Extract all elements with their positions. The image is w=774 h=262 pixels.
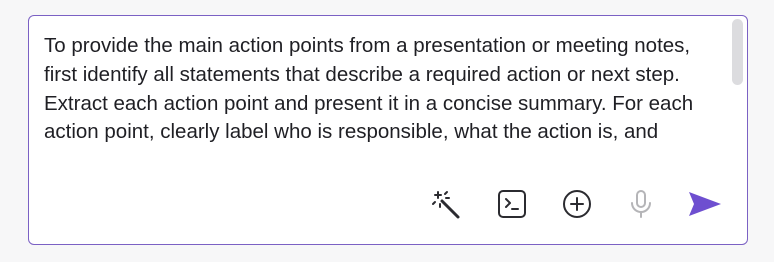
terminal-icon: [496, 188, 528, 220]
prompt-composer[interactable]: To provide the main action points from a…: [28, 15, 748, 245]
send-icon: [687, 188, 723, 220]
composer-toolbar: [29, 184, 749, 224]
command-button[interactable]: [492, 184, 532, 224]
voice-input-button[interactable]: [621, 184, 661, 224]
scrollbar-thumb[interactable]: [732, 19, 743, 85]
send-button[interactable]: [685, 184, 725, 224]
microphone-icon: [625, 188, 657, 220]
stage: To provide the main action points from a…: [0, 0, 774, 262]
scrollbar[interactable]: [732, 19, 743, 91]
prompt-textarea[interactable]: To provide the main action points from a…: [44, 32, 724, 162]
add-attachment-button[interactable]: [557, 184, 597, 224]
magic-wand-icon: [429, 187, 463, 221]
plus-circle-icon: [561, 188, 593, 220]
enhance-prompt-button[interactable]: [426, 184, 466, 224]
